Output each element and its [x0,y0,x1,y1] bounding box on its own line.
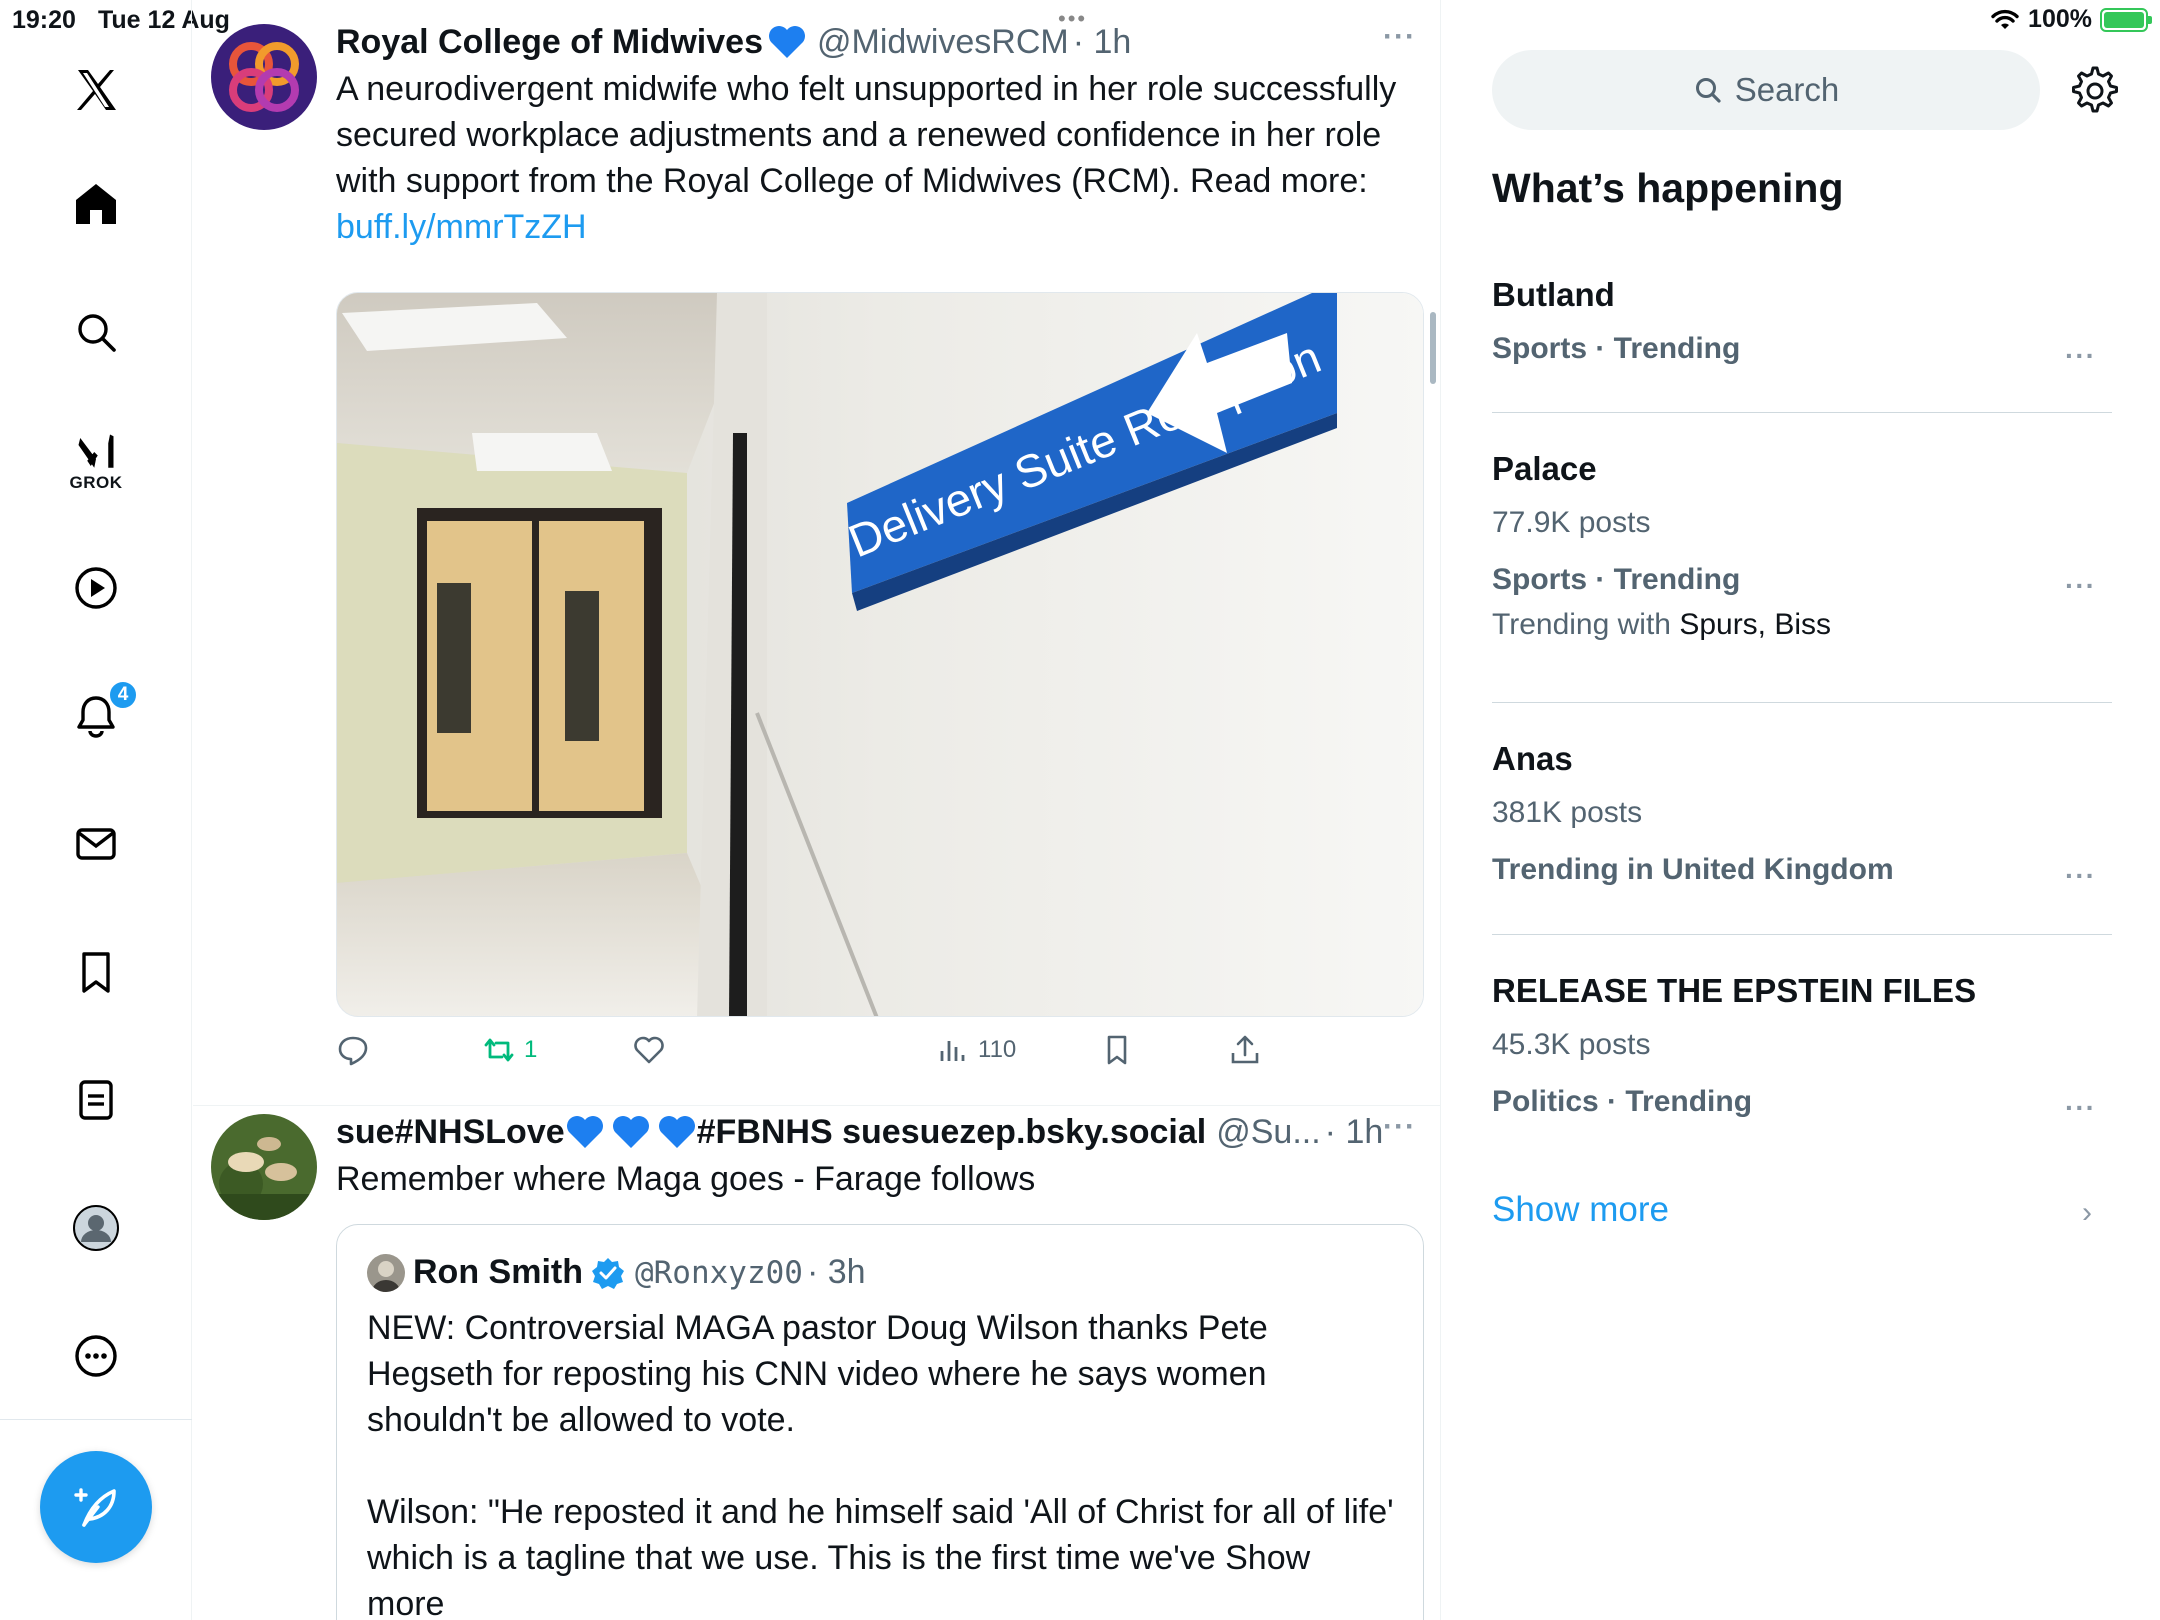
reply-icon [338,1036,368,1066]
more-options-icon[interactable]: ··· [1383,20,1416,54]
notifications-button[interactable]: 4 [0,668,192,764]
avatar[interactable] [211,24,317,130]
trend-divider [1492,934,2112,935]
compose-button[interactable] [40,1451,152,1563]
trend-posts: 77.9K posts [1492,506,1651,539]
bookmark-icon [1107,1035,1127,1065]
views-count: 110 [978,1036,1017,1063]
whats-happening-title: What’s happening [1492,165,1844,211]
blue-heart-icon [768,26,805,58]
trend-category: Trending in United Kingdom [1492,853,1894,886]
author-name[interactable]: Royal College of Midwives [336,23,763,62]
x-logo-icon[interactable] [0,42,192,138]
avatar[interactable] [211,1114,317,1220]
grok-icon [78,434,114,468]
trend-name: Anas [1492,740,1573,777]
trend-more-icon[interactable]: ··· [2065,570,2096,602]
trend-category: Sports · Trending [1492,563,1741,596]
quote-paragraph-1: NEW: Controversial MAGA pastor Doug Wils… [367,1309,1268,1439]
tweet-image[interactable]: Delivery Suite Reception [336,292,1424,1017]
nav-divider [0,1419,192,1420]
trend-posts: 381K posts [1492,796,1643,829]
more-icon[interactable] [0,1308,192,1404]
share-icon [1231,1035,1259,1064]
bookmark-icon[interactable] [0,924,192,1020]
trend-name: Palace [1492,450,1597,487]
trend-name: RELEASE THE EPSTEIN FILES [1492,972,1977,1009]
quote-author-handle[interactable]: @Ronxyz00 [635,1255,803,1291]
tweet-header: Royal College of Midwives @MidwivesRCM ·… [336,20,1416,64]
notification-badge: 4 [108,680,138,710]
views-icon [940,1041,965,1061]
grok-label: GROK [69,473,123,492]
timeline-feed[interactable]: Royal College of Midwives @MidwivesRCM ·… [193,0,1441,1620]
home-icon[interactable] [0,156,192,252]
search-placeholder: Search [1734,71,1840,108]
trend-more-icon[interactable]: ··· [2065,340,2096,372]
lists-icon[interactable] [0,1052,192,1148]
tweet-time[interactable]: · 1h [1073,23,1132,62]
profile-icon[interactable] [0,1180,192,1276]
trend-item[interactable]: Palace 77.9K posts Sports · Trending Tre… [1492,450,2112,642]
tweet-text: A neurodivergent midwife who felt unsupp… [336,66,1416,250]
gear-icon[interactable] [2070,66,2120,116]
video-icon[interactable] [0,540,192,636]
tweet[interactable]: Royal College of Midwives @MidwivesRCM ·… [193,20,1440,1106]
show-more-link[interactable]: Show more [1492,1190,1669,1230]
trend-name: Butland [1492,276,1615,313]
chevron-right-icon[interactable]: › [2082,1196,2092,1230]
views-button[interactable]: 110 [936,1033,1016,1067]
trend-posts: 45.3K posts [1492,1028,1651,1061]
trend-divider [1492,412,2112,413]
quote-text: NEW: Controversial MAGA pastor Doug Wils… [367,1305,1397,1620]
search-input[interactable]: Search [1492,50,2040,130]
trend-item[interactable]: Anas 381K posts Trending in United Kingd… [1492,740,2112,898]
quote-header: Ron Smith @Ronxyz00 · 3h [367,1253,866,1292]
retweet-button[interactable]: 1 [482,1033,537,1067]
search-icon[interactable] [0,284,192,380]
share-button[interactable] [1228,1033,1262,1067]
compose-icon [74,1488,116,1527]
author-handle[interactable]: @MidwivesRCM [817,23,1069,62]
trend-divider [1492,702,2112,703]
right-sidebar: Search What’s happening Butland Sports ·… [1442,0,2160,1620]
tweet-divider [193,1105,1440,1106]
retweet-icon [484,1038,514,1062]
grok-button[interactable]: GROK [0,414,192,510]
trend-item[interactable]: Butland Sports · Trending ··· [1492,276,2112,377]
like-button[interactable] [632,1033,666,1067]
bookmark-tweet-button[interactable] [1100,1033,1134,1067]
trend-category: Sports · Trending [1492,332,1741,365]
tweet[interactable]: sue#NHSLove #FBNHS suesuezep.bsky.social… [193,1110,1440,1620]
mail-icon[interactable] [0,796,192,892]
tweet-link[interactable]: buff.ly/mmrTzZH [336,204,1416,250]
scrollbar-thumb[interactable] [1430,312,1436,384]
quote-author-name[interactable]: Ron Smith [413,1253,583,1292]
heart-icon [634,1036,664,1064]
quote-time: · 3h [806,1253,866,1291]
verified-badge-icon [591,1257,624,1289]
search-icon [1695,78,1721,103]
trend-context: Trending with Spurs, Biss [1492,608,1832,641]
trend-more-icon[interactable]: ··· [2065,860,2096,892]
trend-category: Politics · Trending [1492,1085,1753,1118]
tweet-actions: 1 110 [336,1033,1396,1083]
quoted-tweet[interactable]: Ron Smith @Ronxyz00 · 3h NEW: Controvers… [336,1224,1424,1620]
tweet-body-text: A neurodivergent midwife who felt unsupp… [336,70,1397,200]
quote-avatar[interactable] [367,1253,405,1292]
left-navigation: GROK 4 [0,0,192,1620]
trend-more-icon[interactable]: ··· [2065,1092,2096,1124]
retweet-count: 1 [524,1036,538,1063]
reply-button[interactable] [336,1033,370,1067]
trend-item[interactable]: RELEASE THE EPSTEIN FILES 45.3K posts Po… [1492,972,2112,1130]
